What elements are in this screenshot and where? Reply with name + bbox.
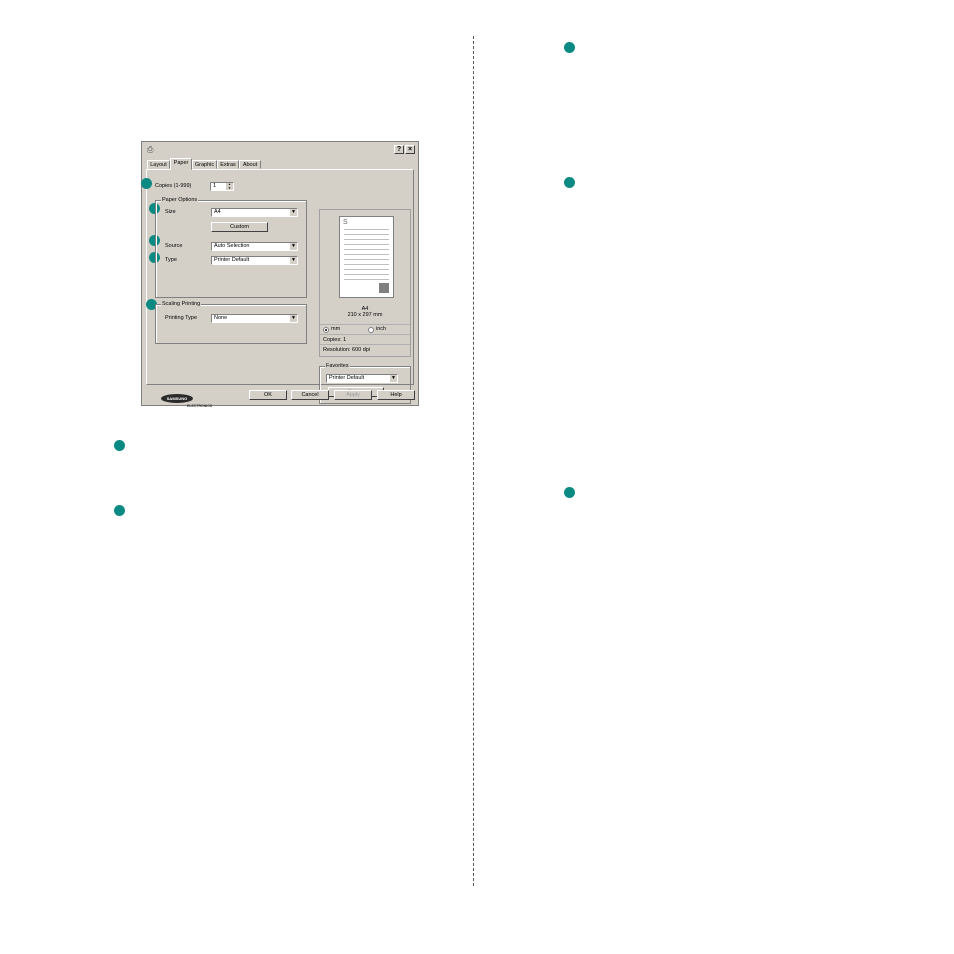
- printer-icon: ⎙: [147, 145, 154, 154]
- paper-preview-image: S: [339, 216, 394, 298]
- preview-mark: [379, 283, 389, 293]
- close-title-button[interactable]: ×: [405, 145, 415, 154]
- chevron-down-icon[interactable]: ▼: [290, 243, 297, 250]
- callout-marker: [564, 177, 575, 188]
- callout-marker: [114, 440, 125, 451]
- copies-label: Copies (1-999): [155, 183, 192, 189]
- copies-info: Copies: 1: [320, 334, 410, 344]
- unit-row: mm inch: [320, 324, 410, 334]
- printing-type-select[interactable]: None ▼: [211, 314, 298, 323]
- paper-preview-panel: S A4 210 x 297 mm mm inch Copies: 1 Reso…: [319, 209, 411, 357]
- type-value: Printer Default: [214, 257, 250, 263]
- logo-sub: ELECTRONICS: [187, 404, 213, 408]
- callout-marker: [141, 178, 152, 189]
- unit-mm-label: mm: [331, 326, 341, 332]
- paper-tab-panel: Copies (1-999) 1 ▲ ▼ Paper Options Size A…: [141, 169, 414, 408]
- type-label: Type: [165, 257, 177, 263]
- paper-options-title: Paper Options: [161, 197, 199, 204]
- title-bar: ⎙ ? ×: [143, 143, 417, 156]
- type-select[interactable]: Printer Default ▼: [211, 256, 298, 265]
- printing-type-value: None: [214, 315, 228, 321]
- unit-mm-radio[interactable]: [323, 327, 329, 333]
- unit-inch-label: inch: [376, 326, 387, 332]
- chevron-down-icon[interactable]: ▼: [390, 375, 397, 382]
- samsung-s-icon: S: [343, 219, 348, 226]
- spin-arrows-icon[interactable]: ▲ ▼: [226, 182, 233, 190]
- column-divider: [473, 36, 474, 886]
- callout-marker: [564, 487, 575, 498]
- scaling-printing-group: Scaling Printing Printing Type None ▼: [155, 301, 307, 344]
- logo-brand: SAMSUNG: [161, 394, 193, 403]
- custom-button[interactable]: Custom: [211, 222, 268, 232]
- paper-options-group: Paper Options Size A4 ▼ Custom Source Au…: [155, 197, 307, 298]
- tab-extras[interactable]: Extras: [217, 160, 239, 169]
- tab-graphic[interactable]: Graphic: [192, 160, 217, 169]
- callout-marker: [114, 505, 125, 516]
- source-select[interactable]: Auto Selection ▼: [211, 242, 298, 251]
- chevron-down-icon[interactable]: ▼: [290, 209, 297, 216]
- copies-value: 1: [213, 183, 217, 189]
- tab-layout[interactable]: Layout: [147, 160, 170, 169]
- unit-inch-radio[interactable]: [368, 327, 374, 333]
- size-value: A4: [214, 209, 221, 215]
- copies-spinner[interactable]: 1 ▲ ▼: [210, 182, 234, 191]
- help-button[interactable]: Help: [377, 390, 415, 400]
- chevron-down-icon[interactable]: ▼: [290, 315, 297, 322]
- resolution-info: Resolution: 600 dpi: [320, 344, 410, 354]
- samsung-logo: SAMSUNG ELECTRONICS: [161, 394, 217, 410]
- source-value: Auto Selection: [214, 243, 250, 249]
- printer-properties-dialog: ⎙ ? × Layout Paper Graphic Extras About …: [141, 141, 419, 408]
- scaling-printing-title: Scaling Printing: [161, 301, 202, 308]
- paper-dimensions: 210 x 297 mm: [347, 312, 383, 318]
- size-label: Size: [165, 209, 176, 215]
- favorites-value: Printer Default: [329, 375, 365, 381]
- callout-marker: [564, 42, 575, 53]
- tab-about[interactable]: About: [239, 160, 261, 169]
- favorites-title: Favorites: [325, 363, 350, 370]
- size-select[interactable]: A4 ▼: [211, 208, 298, 217]
- tab-paper[interactable]: Paper: [170, 158, 192, 170]
- apply-button[interactable]: Apply: [334, 390, 372, 400]
- cancel-button[interactable]: Cancel: [291, 390, 329, 400]
- chevron-down-icon[interactable]: ▼: [290, 257, 297, 264]
- source-label: Source: [165, 243, 183, 249]
- favorites-select[interactable]: Printer Default ▼: [326, 374, 398, 383]
- help-title-button[interactable]: ?: [394, 145, 404, 154]
- ok-button[interactable]: OK: [249, 390, 287, 400]
- printing-type-label: Printing Type: [165, 315, 198, 321]
